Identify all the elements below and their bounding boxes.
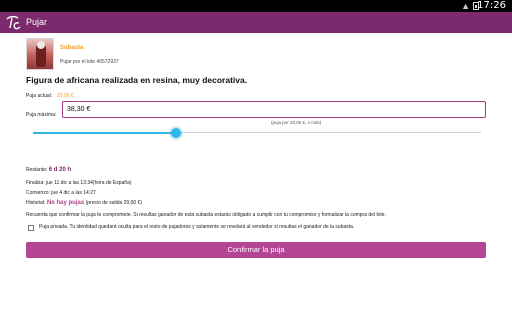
- history-row: Historial: No hay pujas (precio de salid…: [26, 200, 142, 206]
- current-bid-value: 29,00 €: [57, 93, 74, 99]
- clock: 17:26: [477, 0, 506, 11]
- confirm-bid-button[interactable]: Confirmar la puja: [26, 242, 486, 258]
- action-bar: Pujar: [0, 12, 512, 33]
- item-title: Figura de africana realizada en resina, …: [26, 75, 248, 85]
- history-note: (precio de salida 29,00 €): [85, 200, 143, 206]
- ends-value: jue 11 dic a las 13:34(hora de España): [46, 180, 132, 186]
- start-value: jue 4 dic a las 14:27: [51, 190, 96, 196]
- private-bid-text: Puja privada. Tu identidad quedará ocult…: [39, 224, 355, 230]
- ends-row: Finaliza: jue 11 dic a las 13:34(hora de…: [26, 180, 132, 186]
- item-category: Subasta: [60, 45, 84, 51]
- start-row: Comienzo: jue 4 dic a las 14:27: [26, 190, 96, 196]
- current-bid-label: Puja actual:: [26, 93, 53, 99]
- slider-thumb[interactable]: [171, 128, 181, 138]
- remaining-label: Restante:: [26, 167, 48, 173]
- max-bid-label: Puja máxima:: [26, 112, 57, 118]
- bid-hint: (puja por 29,00 €, o más): [271, 120, 322, 125]
- item-thumbnail: [26, 38, 54, 70]
- bid-slider[interactable]: [33, 128, 481, 138]
- max-bid-input[interactable]: [62, 101, 486, 118]
- tc-logo-icon[interactable]: [4, 14, 22, 31]
- start-label: Comienzo:: [26, 190, 50, 196]
- lot-text: Pujar por el lote 46572937: [60, 59, 119, 65]
- slider-fill: [33, 132, 176, 134]
- history-label: Historial:: [26, 200, 46, 206]
- ends-label: Finaliza:: [26, 180, 45, 186]
- screen-title: Pujar: [26, 17, 48, 27]
- status-bar: ▲ 17:26: [0, 0, 512, 12]
- commitment-notice: Recuerda que confirmar la puja te compro…: [26, 212, 386, 218]
- remaining-value: 6 d 20 h: [48, 167, 72, 173]
- history-value[interactable]: No hay pujas: [47, 200, 84, 206]
- wifi-icon: ▲: [461, 1, 470, 11]
- private-bid-checkbox[interactable]: [28, 225, 34, 231]
- remaining-row: Restante: 6 d 20 h: [26, 167, 71, 173]
